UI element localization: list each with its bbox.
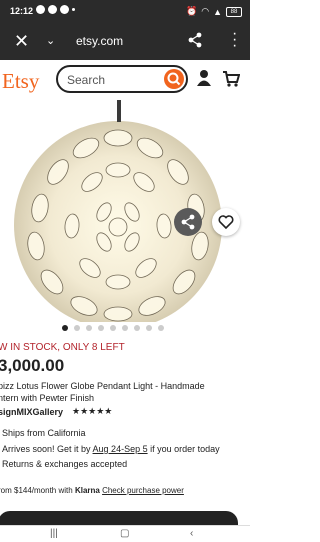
chevron-down-icon[interactable]: ⌄ (46, 34, 55, 47)
more-options-icon[interactable]: · · · (232, 26, 237, 54)
share-icon[interactable] (188, 32, 202, 53)
add-to-cart-button[interactable] (0, 511, 238, 525)
pendant-chain (117, 100, 121, 122)
search-icon (167, 72, 181, 86)
shop-name[interactable]: signMIXGallery (0, 407, 63, 417)
battery-icon: 88 (226, 6, 242, 17)
product-image[interactable] (0, 100, 250, 322)
notification-icons (36, 5, 75, 14)
site-header: Etsy Search (0, 60, 250, 101)
rating-stars: ★★★★★ (72, 406, 113, 416)
stock-status: W IN STOCK, ONLY 8 LEFT (0, 342, 125, 353)
price: 3,000.00 (0, 356, 65, 375)
browser-bar: ✕ ⌄ etsy.com · · · (0, 24, 250, 60)
url-text[interactable]: etsy.com (76, 34, 123, 48)
carousel-dot[interactable] (74, 325, 80, 331)
carousel-dot[interactable] (110, 325, 116, 331)
etsy-logo[interactable]: Etsy (2, 69, 39, 94)
carousel-dot[interactable] (134, 325, 140, 331)
notification-icon (60, 5, 69, 14)
carousel-dot[interactable] (98, 325, 104, 331)
back-icon[interactable]: ‹ (190, 528, 193, 539)
close-icon[interactable]: ✕ (14, 31, 29, 52)
share-button[interactable] (174, 208, 202, 236)
status-time: 12:12 (10, 6, 34, 16)
status-bar: 12:12 ⏰ ◠ ▲ 88 (0, 0, 250, 24)
delivery-dates-link[interactable]: Aug 24-Sep 5 (93, 444, 148, 454)
notification-icon (36, 5, 45, 14)
carousel-dots[interactable] (62, 325, 164, 331)
user-icon[interactable] (196, 69, 212, 92)
notification-icon (72, 8, 75, 11)
cart-icon[interactable] (222, 70, 241, 93)
share-icon (181, 214, 195, 230)
notification-icon (48, 5, 57, 14)
recent-apps-icon[interactable]: ||| (50, 528, 58, 539)
system-nav-bar: ||| ▢ ‹ (0, 525, 250, 542)
search-placeholder: Search (67, 73, 106, 87)
carousel-dot[interactable] (122, 325, 128, 331)
alarm-icon: ⏰ (186, 6, 198, 16)
carousel-dot[interactable] (86, 325, 92, 331)
signal-icon: ▲ (213, 6, 222, 17)
returns-row: Returns & exchanges accepted (2, 459, 127, 469)
product-title: pizz Lotus Flower Globe Pendant Light - … (0, 381, 205, 403)
ships-from-text: Ships from California (2, 428, 86, 438)
favorite-button[interactable] (212, 208, 240, 236)
returns-text: Returns & exchanges accepted (2, 459, 128, 469)
carousel-dot[interactable] (158, 325, 164, 331)
search-button[interactable] (164, 69, 184, 89)
check-purchase-power-link[interactable]: Check purchase power (102, 486, 184, 495)
klarna-brand: Klarna (74, 486, 100, 495)
klarna-row: rom $144/month with Klarna Check purchas… (0, 486, 184, 495)
delivery-row: Arrives soon! Get it by Aug 24-Sep 5 if … (2, 444, 220, 454)
home-icon[interactable]: ▢ (120, 528, 129, 539)
carousel-dot[interactable] (62, 325, 68, 331)
carousel-dot[interactable] (146, 325, 152, 331)
ships-from-row: Ships from California (2, 428, 86, 438)
heart-icon (218, 215, 234, 230)
search-input[interactable]: Search (56, 65, 188, 93)
wifi-icon: ◠ (201, 6, 210, 16)
